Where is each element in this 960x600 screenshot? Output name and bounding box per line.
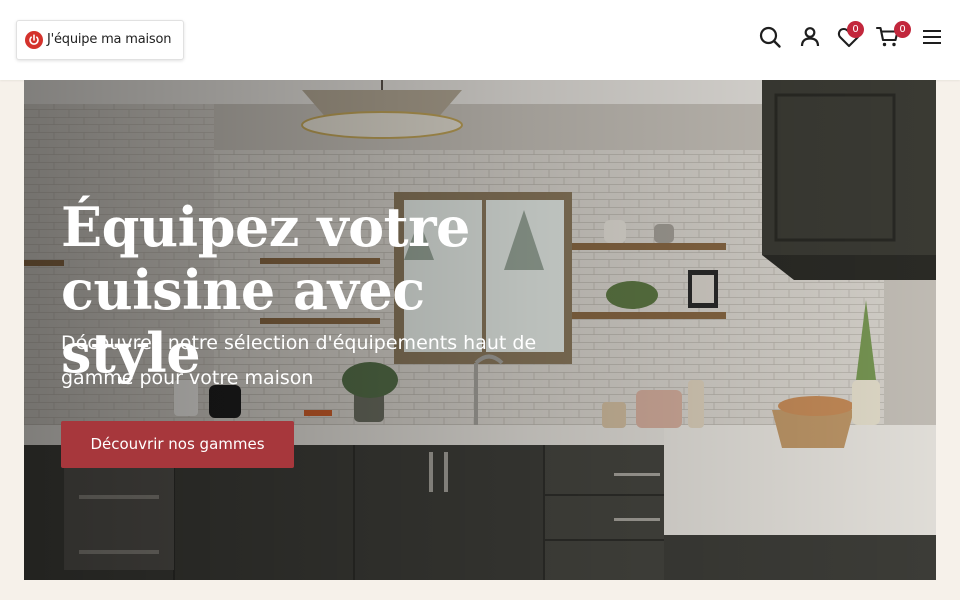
user-icon[interactable] [797, 24, 823, 50]
search-icon[interactable] [757, 24, 783, 50]
wishlist-count-badge: 0 [847, 21, 864, 38]
site-header: J'équipe ma maison 0 0 [0, 0, 960, 80]
logo-text: J'équipe ma maison [47, 32, 172, 47]
hero-subtitle: Découvrez notre sélection d'équipements … [61, 332, 537, 389]
cart-count-badge: 0 [894, 21, 911, 38]
site-logo[interactable]: J'équipe ma maison [16, 16, 184, 64]
hamburger-menu-icon[interactable] [919, 24, 945, 50]
hero-banner: Équipez votre cuisine avec style Découvr… [24, 80, 936, 580]
discover-ranges-button[interactable]: Découvrir nos gammes [61, 421, 294, 468]
power-icon [25, 31, 43, 49]
hero-title-line-1: Équipez votre [61, 195, 470, 259]
